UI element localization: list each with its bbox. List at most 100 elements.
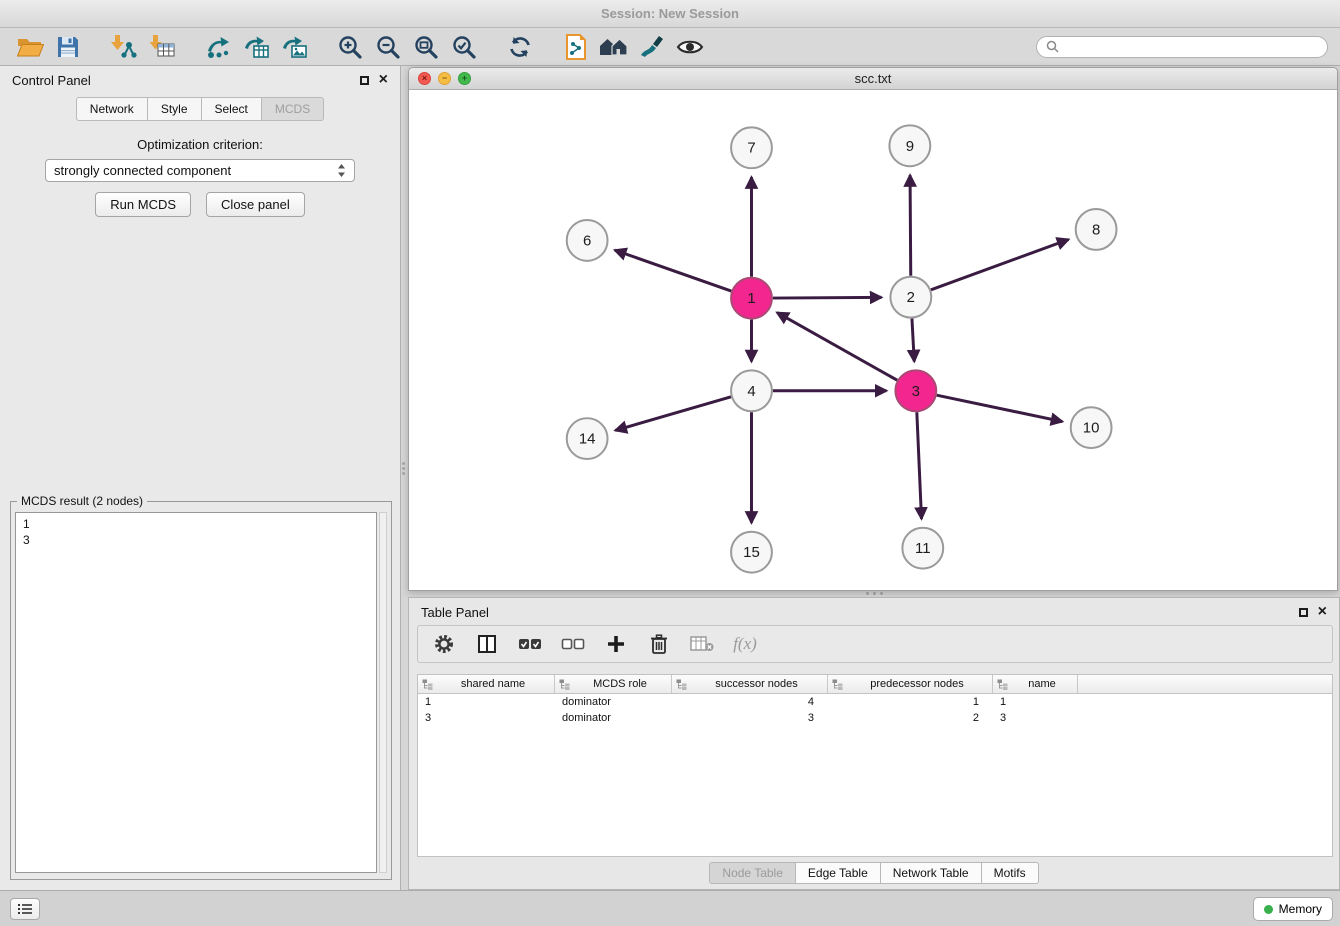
tab-edge-table[interactable]: Edge Table (796, 862, 881, 884)
node-14[interactable]: 14 (567, 418, 608, 459)
node-11[interactable]: 11 (902, 528, 943, 569)
edge-3-10[interactable] (937, 395, 1063, 421)
table-cell: 1 (418, 696, 555, 708)
float-panel-icon[interactable] (1299, 608, 1308, 617)
table-cell: 1 (993, 696, 1078, 708)
network-document-button[interactable] (558, 31, 594, 63)
show-panels-button[interactable] (10, 898, 40, 920)
float-panel-icon[interactable] (360, 76, 369, 85)
network-canvas[interactable]: 7 9 6 8 1 2 4 3 14 10 15 11 (409, 90, 1337, 590)
node-2[interactable]: 2 (890, 277, 931, 318)
edge-2-9[interactable] (910, 175, 911, 276)
export-image-button[interactable] (276, 31, 312, 63)
close-window-icon[interactable]: × (418, 72, 431, 85)
node-4[interactable]: 4 (731, 370, 772, 411)
show-hide-button[interactable] (672, 31, 708, 63)
memory-label: Memory (1279, 902, 1322, 916)
column-header-successor-nodes[interactable]: successor nodes (672, 675, 828, 693)
delete-table-button[interactable] (688, 630, 716, 658)
memory-button[interactable]: Memory (1253, 897, 1333, 921)
tab-node-table[interactable]: Node Table (709, 862, 796, 884)
zoom-out-button[interactable] (370, 31, 406, 63)
zoom-in-icon (337, 34, 363, 60)
node-8[interactable]: 8 (1076, 209, 1117, 250)
zoom-window-icon[interactable]: + (458, 72, 471, 85)
table-row[interactable]: 3dominator323 (418, 710, 1332, 726)
import-table-button[interactable] (144, 31, 180, 63)
new-network-button[interactable] (200, 31, 236, 63)
delete-column-button[interactable] (645, 630, 673, 658)
tab-network[interactable]: Network (76, 97, 148, 121)
vertical-splitter[interactable] (401, 66, 408, 890)
window-titlebar[interactable]: Session: New Session (0, 0, 1340, 28)
tab-motifs[interactable]: Motifs (982, 862, 1039, 884)
network-image-arrow-icon (281, 34, 308, 60)
zoom-selected-button[interactable] (446, 31, 482, 63)
edge-1-6[interactable] (615, 250, 731, 291)
edge-1-2[interactable] (773, 297, 882, 298)
close-panel-icon[interactable]: × (1318, 604, 1327, 620)
search-input[interactable] (1065, 40, 1318, 54)
mcds-result-title: MCDS result (2 nodes) (17, 494, 147, 508)
svg-text:4: 4 (747, 383, 755, 400)
optimization-select[interactable]: strongly connected component (45, 159, 355, 182)
mcds-result-list[interactable]: 13 (15, 512, 377, 873)
table-panel-title: Table Panel (421, 605, 489, 620)
table-row[interactable]: 1dominator411 (418, 694, 1332, 710)
create-column-button[interactable] (602, 630, 630, 658)
column-header-shared-name[interactable]: shared name (418, 675, 555, 693)
deselect-all-columns-button[interactable] (559, 630, 587, 658)
column-label: successor nodes (690, 678, 823, 690)
edge-3-1[interactable] (777, 313, 897, 381)
zoom-in-button[interactable] (332, 31, 368, 63)
node-10[interactable]: 10 (1071, 407, 1112, 448)
node-9[interactable]: 9 (889, 125, 930, 166)
node-3[interactable]: 3 (895, 370, 936, 411)
node-15[interactable]: 15 (731, 532, 772, 573)
network-window: × − + scc.txt 7 9 6 8 1 2 4 3 14 10 15 11 (408, 67, 1338, 591)
refresh-button[interactable] (502, 31, 538, 63)
network-graph: 7 9 6 8 1 2 4 3 14 10 15 11 (409, 90, 1337, 590)
sort-icon (676, 679, 687, 690)
table-settings-button[interactable] (430, 630, 458, 658)
apply-style-button[interactable] (634, 31, 670, 63)
tab-network-table[interactable]: Network Table (881, 862, 982, 884)
select-all-icon (518, 637, 542, 651)
tab-mcds[interactable]: MCDS (262, 97, 324, 121)
export-table-button[interactable] (238, 31, 274, 63)
column-header-name[interactable]: name (993, 675, 1078, 693)
network-window-titlebar[interactable]: × − + scc.txt (409, 68, 1337, 90)
columns-icon (477, 634, 497, 654)
table-cell: dominator (555, 696, 672, 708)
svg-text:3: 3 (912, 383, 920, 400)
select-all-columns-button[interactable] (516, 630, 544, 658)
plus-icon (606, 634, 626, 654)
tab-select[interactable]: Select (202, 97, 262, 121)
node-7[interactable]: 7 (731, 127, 772, 168)
edge-2-3[interactable] (912, 319, 914, 362)
edge-2-8[interactable] (931, 240, 1069, 290)
column-header-predecessor-nodes[interactable]: predecessor nodes (828, 675, 993, 693)
show-columns-button[interactable] (473, 630, 501, 658)
houses-icon (599, 35, 629, 59)
tab-style[interactable]: Style (148, 97, 202, 121)
network-window-title: scc.txt (409, 71, 1337, 86)
edge-4-14[interactable] (615, 397, 731, 431)
first-neighbors-button[interactable] (596, 31, 632, 63)
close-panel-button[interactable]: Close panel (206, 192, 305, 217)
import-network-button[interactable] (106, 31, 142, 63)
save-session-button[interactable] (50, 31, 86, 63)
node-6[interactable]: 6 (567, 220, 608, 261)
table-cell: 1 (828, 696, 993, 708)
function-builder-button[interactable]: f(x) (731, 630, 759, 658)
close-panel-icon[interactable]: × (379, 72, 388, 88)
control-panel-title: Control Panel (12, 73, 91, 88)
edge-3-11[interactable] (917, 412, 922, 519)
run-mcds-button[interactable]: Run MCDS (95, 192, 191, 217)
open-session-button[interactable] (12, 31, 48, 63)
column-header-mcds-role[interactable]: MCDS role (555, 675, 672, 693)
node-1[interactable]: 1 (731, 278, 772, 319)
result-scrollbar[interactable] (379, 512, 387, 873)
zoom-fit-button[interactable] (408, 31, 444, 63)
minimize-window-icon[interactable]: − (438, 72, 451, 85)
